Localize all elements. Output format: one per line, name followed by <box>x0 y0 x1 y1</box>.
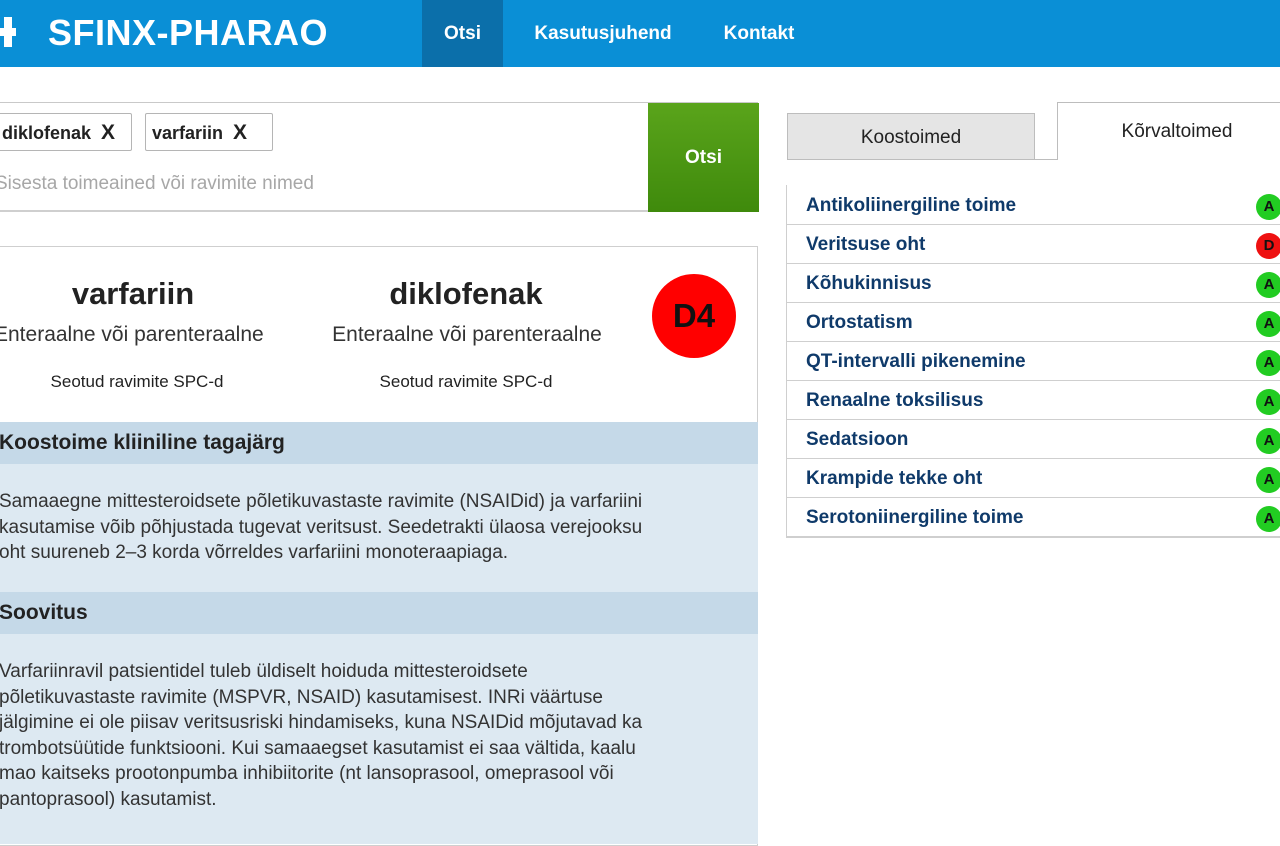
remove-chip-icon[interactable]: X <box>101 121 115 144</box>
grade-badge: A <box>1256 389 1280 415</box>
side-effect-label: Veritsuse oht <box>806 234 926 255</box>
nav-kasutusjuhend[interactable]: Kasutusjuhend <box>518 0 688 67</box>
side-effect-label: Krampide tekke oht <box>806 468 983 489</box>
nav-kontakt[interactable]: Kontakt <box>712 0 806 67</box>
brand-logo[interactable]: SFINX-PHARAO <box>48 10 328 56</box>
drug-2-name: diklofenak <box>389 276 543 311</box>
drug-chip-varfariin[interactable]: varfariin X <box>145 113 273 151</box>
text-line: Varfariinravil patsientidel tuleb üldise… <box>0 661 528 682</box>
search-box: diklofenak X varfariin X <box>0 102 758 212</box>
grade-badge: A <box>1256 350 1280 376</box>
remove-chip-icon[interactable]: X <box>233 121 247 144</box>
text-line: mao kaitseks prootonpumba inhibiitorite … <box>0 763 614 784</box>
side-effect-label: Ortostatism <box>806 312 913 333</box>
drug-1-name: varfariin <box>71 276 195 311</box>
tab-divider <box>787 159 1057 160</box>
nav-otsi[interactable]: Otsi <box>422 0 503 67</box>
search-input[interactable] <box>0 168 637 200</box>
drug-1-spc-link[interactable]: Seotud ravimite SPC-d <box>28 372 246 392</box>
text-line: Samaaegne mittesteroidsete põletikuvasta… <box>0 491 643 512</box>
text-line: trombotsüütide funktsiooni. Kui samaaegs… <box>0 737 636 759</box>
side-effect-label: Sedatsioon <box>806 429 909 450</box>
text-line: kasutamise võib põhjustada tugevat verit… <box>0 516 643 538</box>
text-line: oht suureneb 2–3 korda võrreldes varfari… <box>0 542 509 563</box>
interaction-class-badge: D4 <box>652 274 736 358</box>
drug-2-route: Enteraalne või parenteraalne <box>332 323 602 346</box>
drug-chip-diklofenak[interactable]: diklofenak X <box>0 113 132 151</box>
search-button[interactable]: Otsi <box>648 103 759 212</box>
side-effect-row[interactable]: Sedatsioon A <box>786 420 1280 459</box>
drug-2-spc-link[interactable]: Seotud ravimite SPC-d <box>356 372 576 392</box>
side-effect-label: Antikoliinergiline toime <box>806 195 1017 216</box>
tab-koostoimed[interactable]: Koostoimed <box>787 113 1035 160</box>
side-effect-row[interactable]: QT-intervalli pikenemine A <box>786 342 1280 381</box>
section-heading-recommendation: Soovitus <box>0 592 758 634</box>
side-effect-label: QT-intervalli pikenemine <box>806 351 1026 372</box>
grade-badge: A <box>1256 506 1280 532</box>
grade-badge: A <box>1256 311 1280 337</box>
side-effect-row[interactable]: Ortostatism A <box>786 303 1280 342</box>
logo-cross-icon <box>0 17 16 47</box>
side-effect-row[interactable]: Renaalne toksilisus A <box>786 381 1280 420</box>
top-navigation-bar: SFINX-PHARAO Otsi Kasutusjuhend Kontakt <box>0 0 1280 67</box>
text-line: jälgimine ei ole piisav veritsusriski hi… <box>0 712 643 733</box>
side-effect-row[interactable]: Veritsuse oht D <box>786 225 1280 264</box>
side-effect-row[interactable]: Krampide tekke oht A <box>786 459 1280 498</box>
chip-label: diklofenak <box>2 123 92 143</box>
text-line: põletikuvastaste ravimite (MSPVR, NSAID)… <box>0 686 603 708</box>
grade-badge: A <box>1256 467 1280 493</box>
side-effect-row[interactable]: Serotoniinergiline toime A <box>786 498 1280 537</box>
grade-badge: A <box>1256 194 1280 220</box>
drug-1-route: Enteraalne või parenteraalne <box>0 323 264 346</box>
tab-korvaltoimed[interactable]: Kõrvaltoimed <box>1057 102 1280 160</box>
grade-badge: D <box>1256 233 1280 259</box>
side-effect-label: Serotoniinergiline toime <box>806 507 1024 528</box>
chip-label: varfariin <box>152 123 224 143</box>
text-line: pantoprasool) kasutamist. <box>0 788 217 810</box>
section-heading-consequence: Koostoime kliiniline tagajärg <box>0 422 758 464</box>
section-body-consequence: Samaaegne mittesteroidsete põletikuvasta… <box>0 464 758 592</box>
side-effect-row[interactable]: Antikoliinergiline toime A <box>786 186 1280 225</box>
grade-badge: A <box>1256 428 1280 454</box>
section-body-recommendation: Varfariinravil patsientidel tuleb üldise… <box>0 634 758 844</box>
side-effect-row[interactable]: Kõhukinnisus A <box>786 264 1280 303</box>
side-effect-label: Kõhukinnisus <box>806 273 932 294</box>
grade-badge: A <box>1256 272 1280 298</box>
side-effect-label: Renaalne toksilisus <box>806 390 984 411</box>
